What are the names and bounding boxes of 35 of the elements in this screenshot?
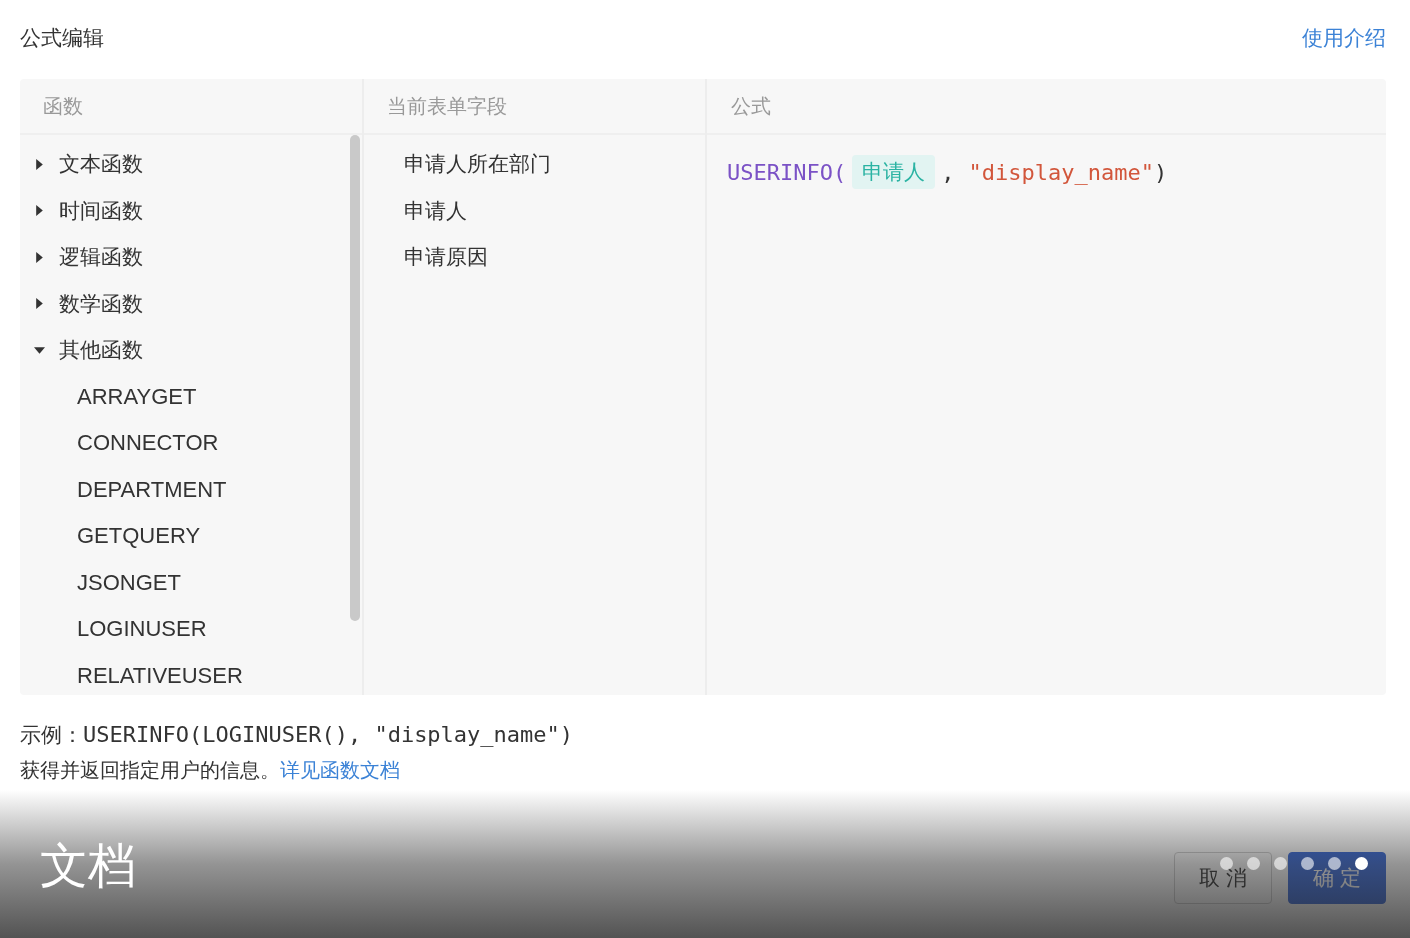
function-item[interactable]: JSONGET: [20, 559, 362, 606]
function-name: USERINFO(: [727, 159, 847, 185]
description-text: 获得并返回指定用户的信息。: [20, 758, 280, 782]
form-field-item[interactable]: 申请人所在部门: [364, 141, 705, 188]
dialog-title: 公式编辑: [20, 25, 104, 52]
docs-link[interactable]: 详见函数文档: [280, 758, 400, 782]
punctuation: ): [1153, 159, 1168, 185]
help-link[interactable]: 使用介绍: [1302, 24, 1386, 52]
string-literal: "display_name": [968, 159, 1154, 185]
function-item[interactable]: ARRAYGET: [20, 373, 362, 420]
function-item[interactable]: GETQUERY: [20, 513, 362, 560]
function-category[interactable]: 其他函数: [20, 327, 362, 374]
function-category[interactable]: 逻辑函数: [20, 234, 362, 281]
caption-text: 文档: [40, 836, 136, 895]
function-item[interactable]: RELATIVEUSER: [20, 652, 362, 699]
function-item[interactable]: DEPARTMENT: [20, 466, 362, 513]
form-field-item[interactable]: 申请人: [364, 187, 705, 234]
function-category[interactable]: 文本函数: [20, 141, 362, 188]
function-item[interactable]: CONNECTOR: [20, 420, 362, 467]
pager-dot[interactable]: [1247, 857, 1260, 870]
column-header: 函数: [20, 79, 362, 135]
field-tag: 申请人: [852, 155, 936, 189]
function-item[interactable]: LOGINUSER: [20, 606, 362, 653]
scrollbar-thumb[interactable]: [350, 135, 360, 621]
pager-dot[interactable]: [1301, 857, 1314, 870]
form-field-item[interactable]: 申请原因: [364, 234, 705, 281]
function-category[interactable]: 时间函数: [20, 187, 362, 234]
column-header: 当前表单字段: [364, 79, 705, 135]
punctuation: ,: [941, 159, 955, 185]
pager-dot[interactable]: [1328, 857, 1341, 870]
column-header: 公式: [707, 79, 1386, 135]
cancel-button[interactable]: 取 消: [1174, 852, 1272, 904]
function-category[interactable]: 数学函数: [20, 280, 362, 327]
pager-dot[interactable]: [1274, 857, 1287, 870]
example-text: 示例：USERINFO(LOGINUSER(), "display_name"): [20, 721, 575, 749]
